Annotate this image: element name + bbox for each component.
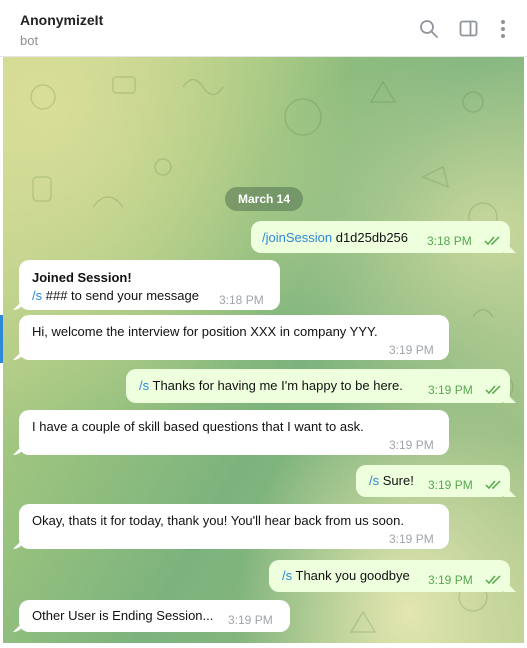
message-time: 3:19 PM	[389, 343, 434, 357]
message-text: I have a couple of skill based questions…	[32, 419, 364, 434]
message-time: 3:18 PM	[427, 234, 472, 248]
command-link[interactable]: /s	[32, 288, 42, 303]
message-bubble-outgoing[interactable]: /s Thanks for having me I'm happy to be …	[126, 369, 510, 403]
message-time: 3:19 PM	[428, 478, 473, 492]
command-link[interactable]: /s	[282, 568, 292, 583]
date-separator: March 14	[225, 187, 303, 211]
chat-subtitle: bot	[20, 33, 39, 48]
selection-indicator	[0, 315, 3, 363]
message-time: 3:19 PM	[389, 532, 434, 546]
double-check-icon	[484, 236, 500, 246]
message-bubble-outgoing[interactable]: /s Sure! 3:19 PM	[356, 465, 510, 497]
message-bubble-incoming[interactable]: Joined Session! /s ### to send your mess…	[19, 260, 280, 310]
message-text: /s ### to send your message	[32, 288, 199, 303]
message-text: Hi, welcome the interview for position X…	[32, 324, 378, 339]
chat-header: AnonymizeIt bot	[0, 0, 527, 57]
message-time: 3:19 PM	[389, 438, 434, 452]
message-text: /joinSession d1d25db256	[262, 230, 409, 245]
message-text: Okay, thats it for today, thank you! You…	[32, 513, 404, 528]
message-title: Joined Session!	[32, 270, 132, 285]
sidebar-toggle-icon[interactable]	[458, 18, 480, 40]
command-link[interactable]: /s	[139, 378, 149, 393]
double-check-icon	[485, 575, 501, 585]
message-text: Other User is Ending Session...	[32, 608, 214, 623]
chat-title[interactable]: AnonymizeIt	[20, 12, 103, 28]
message-bubble-incoming[interactable]: Other User is Ending Session... 3:19 PM	[19, 600, 290, 632]
message-bubble-outgoing[interactable]: /joinSession d1d25db256 3:18 PM	[251, 221, 510, 253]
message-time: 3:19 PM	[428, 573, 473, 587]
message-text: /s Thanks for having me I'm happy to be …	[139, 378, 403, 393]
chat-area[interactable]: March 14 /joinSession d1d25db256 3:18 PM…	[3, 57, 524, 643]
message-bubble-incoming[interactable]: Hi, welcome the interview for position X…	[19, 315, 449, 360]
command-link[interactable]: /joinSession	[262, 230, 332, 245]
message-time: 3:18 PM	[219, 293, 264, 307]
message-time: 3:19 PM	[428, 383, 473, 397]
message-bubble-outgoing[interactable]: /s Thank you goodbye 3:19 PM	[269, 560, 510, 592]
message-bubble-incoming[interactable]: Okay, thats it for today, thank you! You…	[19, 504, 449, 549]
search-icon[interactable]	[418, 18, 440, 40]
message-bubble-incoming[interactable]: I have a couple of skill based questions…	[19, 410, 449, 455]
double-check-icon	[485, 385, 501, 395]
more-icon[interactable]	[495, 18, 511, 40]
message-time: 3:19 PM	[228, 613, 273, 627]
message-text: /s Sure!	[369, 473, 414, 488]
double-check-icon	[485, 480, 501, 490]
message-text: /s Thank you goodbye	[282, 568, 410, 583]
command-link[interactable]: /s	[369, 473, 379, 488]
